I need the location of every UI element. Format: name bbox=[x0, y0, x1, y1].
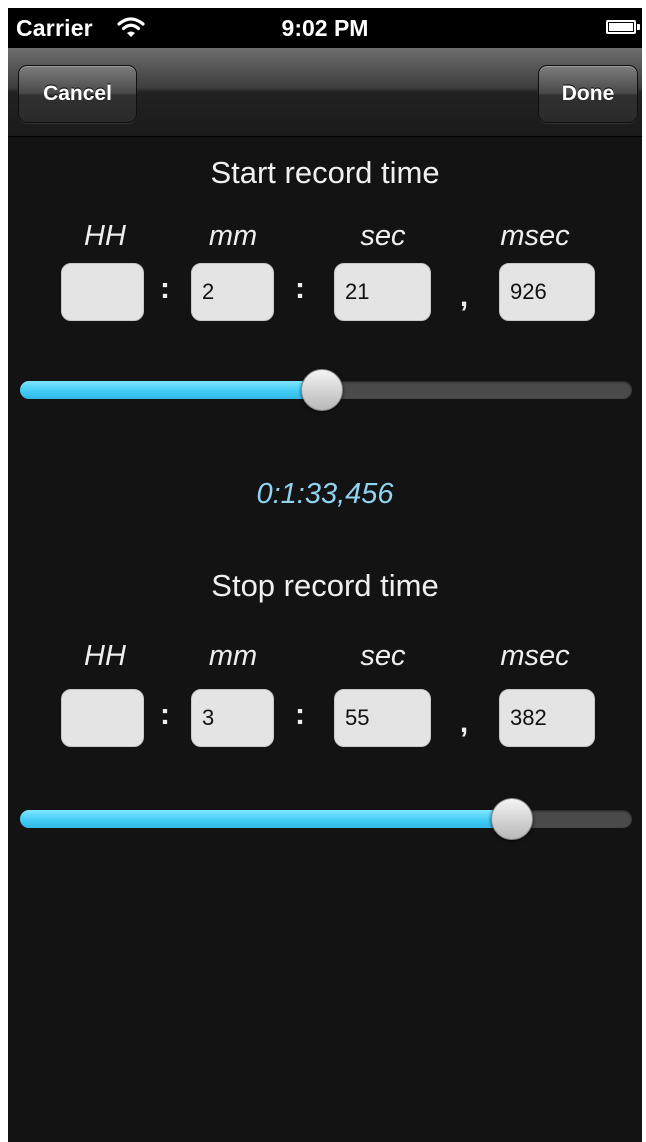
start-separator-2: : bbox=[295, 272, 305, 305]
stop-hh-label: HH bbox=[84, 640, 126, 672]
start-hours-field[interactable] bbox=[61, 263, 144, 321]
cancel-button[interactable]: Cancel bbox=[18, 65, 137, 123]
start-seconds-field[interactable]: 21 bbox=[334, 263, 431, 321]
battery-icon bbox=[606, 20, 640, 34]
stop-separator-3: , bbox=[459, 706, 469, 739]
start-slider-fill bbox=[20, 381, 323, 399]
start-msec-label: msec bbox=[500, 220, 570, 252]
stop-time-slider[interactable] bbox=[20, 810, 632, 828]
stop-separator-1: : bbox=[160, 698, 170, 731]
start-milliseconds-field[interactable]: 926 bbox=[499, 263, 595, 321]
start-minutes-field[interactable]: 2 bbox=[191, 263, 274, 321]
stop-separator-2: : bbox=[295, 698, 305, 731]
screen: Carrier 9:02 PM Cancel Done Start record… bbox=[8, 8, 642, 1142]
start-mm-label: mm bbox=[208, 220, 258, 252]
status-time: 9:02 PM bbox=[281, 15, 369, 41]
start-slider-thumb[interactable] bbox=[301, 369, 344, 411]
start-sec-label: sec bbox=[360, 220, 406, 252]
stop-sec-label: sec bbox=[360, 640, 406, 672]
stop-slider-fill bbox=[20, 810, 513, 828]
duration-label: 0:1:33,456 bbox=[256, 478, 394, 510]
navigation-bar: Cancel Done bbox=[8, 48, 642, 137]
status-bar: Carrier 9:02 PM bbox=[8, 8, 642, 48]
stop-slider-thumb[interactable] bbox=[491, 798, 534, 840]
done-button[interactable]: Done bbox=[538, 65, 638, 123]
stop-milliseconds-field[interactable]: 382 bbox=[499, 689, 595, 747]
start-section-title: Start record time bbox=[210, 155, 440, 190]
stop-msec-label: msec bbox=[500, 640, 570, 672]
stop-section-title: Stop record time bbox=[211, 568, 439, 603]
start-separator-3: , bbox=[459, 280, 469, 313]
stop-hours-field[interactable] bbox=[61, 689, 144, 747]
start-separator-1: : bbox=[160, 272, 170, 305]
stop-mm-label: mm bbox=[208, 640, 258, 672]
stop-minutes-field[interactable]: 3 bbox=[191, 689, 274, 747]
start-hh-label: HH bbox=[84, 220, 126, 252]
stop-seconds-field[interactable]: 55 bbox=[334, 689, 431, 747]
